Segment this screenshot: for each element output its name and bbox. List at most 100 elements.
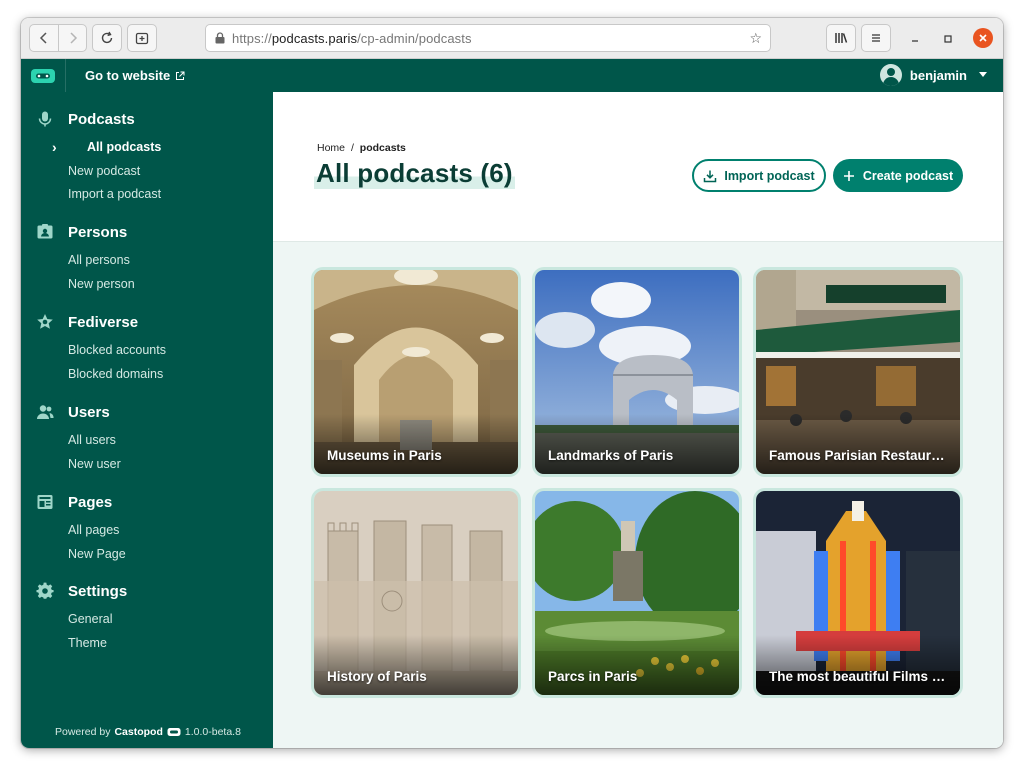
go-to-website-label: Go to website — [85, 68, 171, 83]
reload-icon — [101, 31, 113, 44]
sidebar-section-head[interactable]: Podcasts — [21, 108, 273, 130]
sidebar-section-pages: Pages All pages New Page — [21, 491, 273, 566]
star-badge-icon — [34, 311, 56, 333]
sidebar-item-new-podcast[interactable]: New podcast — [68, 160, 273, 184]
podcast-title: Famous Parisian Restaurants — [769, 448, 950, 463]
browser-toolbar: https://podcasts.paris/cp-admin/podcasts… — [21, 18, 1003, 59]
card-shade — [756, 414, 960, 474]
new-tab-icon — [135, 32, 149, 45]
sidebar-section-users: Users All users New user — [21, 401, 273, 476]
sidebar-item-theme[interactable]: Theme — [68, 632, 273, 656]
breadcrumb-separator: / — [350, 142, 354, 154]
podcast-card[interactable]: Famous Parisian Restaurants — [756, 270, 960, 474]
library-icon — [835, 33, 848, 43]
podcast-card[interactable]: Parcs in Paris — [535, 491, 739, 695]
create-podcast-button[interactable]: Create podcast — [833, 159, 963, 192]
sidebar-item-blocked-domains[interactable]: Blocked domains — [68, 363, 273, 387]
import-podcast-button[interactable]: Import podcast — [692, 159, 826, 192]
card-shade — [535, 635, 739, 695]
sidebar-item-all-persons[interactable]: All persons — [68, 249, 273, 273]
url-bar[interactable]: https://podcasts.paris/cp-admin/podcasts… — [205, 24, 771, 52]
back-button[interactable] — [30, 25, 58, 51]
castopod-logo[interactable] — [21, 59, 66, 92]
castopod-logo-icon — [31, 68, 55, 83]
url-prefix: https:// — [232, 30, 272, 46]
sidebar-item-import-podcast[interactable]: Import a podcast — [68, 183, 273, 207]
sidebar-section-head[interactable]: Fediverse — [21, 311, 273, 333]
sidebar-section-head[interactable]: Pages — [21, 491, 273, 513]
sidebar-section-podcasts: Podcasts All podcasts New podcast Import… — [21, 108, 273, 207]
minimize-icon — [912, 40, 918, 42]
reload-button[interactable] — [92, 24, 122, 52]
podcast-title: Parcs in Paris — [548, 669, 638, 684]
chevron-left-icon — [39, 32, 47, 44]
sidebar-section-head[interactable]: Settings — [21, 580, 273, 602]
version: 1.0.0-beta.8 — [184, 726, 241, 738]
card-shade — [535, 414, 739, 474]
page-header: Home / podcasts All podcasts (6) Import … — [273, 92, 1003, 242]
sidebar-item-all-pages[interactable]: All pages — [68, 519, 273, 543]
import-podcast-label: Import podcast — [724, 168, 815, 183]
pages-icon — [34, 491, 56, 513]
minimize-button[interactable] — [906, 30, 924, 48]
user-menu[interactable]: benjamin — [879, 64, 987, 86]
go-to-website-link[interactable]: Go to website — [85, 68, 185, 83]
avatar — [879, 64, 902, 86]
breadcrumb-home[interactable]: Home — [317, 142, 345, 154]
sidebar-section-title: Podcasts — [68, 110, 135, 128]
powered-brand[interactable]: Castopod — [114, 726, 162, 738]
sidebar-section-title: Persons — [68, 223, 128, 241]
microphone-icon — [34, 108, 56, 130]
sidebar-item-label: All podcasts — [87, 140, 162, 154]
new-tab-button[interactable] — [127, 24, 157, 52]
close-icon — [979, 34, 987, 42]
card-shade — [314, 635, 518, 695]
sidebar-section-head[interactable]: Persons — [21, 221, 273, 243]
sidebar-item-general[interactable]: General — [68, 608, 273, 632]
main-content: Home / podcasts All podcasts (6) Import … — [273, 92, 1003, 748]
sidebar-section-settings: Settings General Theme — [21, 580, 273, 655]
sidebar-section-head[interactable]: Users — [21, 401, 273, 423]
podcast-title: Museums in Paris — [327, 448, 442, 463]
podcast-title: The most beautiful Films shot in Paris — [769, 669, 950, 684]
powered-prefix: Powered by — [55, 726, 111, 738]
chevron-right-icon — [69, 32, 77, 44]
breadcrumb: Home / podcasts — [317, 142, 406, 154]
podcast-title: History of Paris — [327, 669, 427, 684]
podcast-card[interactable]: Museums in Paris — [314, 270, 518, 474]
maximize-button[interactable] — [939, 30, 957, 48]
browser-window: https://podcasts.paris/cp-admin/podcasts… — [21, 18, 1003, 748]
castopod-small-logo-icon — [167, 728, 181, 736]
library-button[interactable] — [826, 24, 856, 52]
gear-icon — [34, 580, 56, 602]
bookmark-star-icon[interactable]: ☆ — [749, 30, 762, 47]
close-window-button[interactable] — [973, 28, 993, 48]
podcast-card[interactable]: Landmarks of Paris — [535, 270, 739, 474]
sidebar-item-all-podcasts[interactable]: All podcasts — [52, 136, 273, 160]
url-path: /cp-admin/podcasts — [357, 30, 472, 46]
username: benjamin — [909, 67, 967, 83]
users-icon — [34, 401, 56, 423]
powered-by: Powered by Castopod 1.0.0-beta.8 — [55, 726, 241, 738]
sidebar-section-persons: Persons All persons New person — [21, 221, 273, 296]
podcast-card[interactable]: The most beautiful Films shot in Paris — [756, 491, 960, 695]
menu-button[interactable] — [861, 24, 891, 52]
sidebar-item-new-user[interactable]: New user — [68, 453, 273, 477]
sidebar-section-fediverse: Fediverse Blocked accounts Blocked domai… — [21, 311, 273, 386]
sidebar-item-all-users[interactable]: All users — [68, 429, 273, 453]
history-nav — [29, 24, 87, 52]
caret-down-icon — [979, 72, 987, 77]
podcast-card[interactable]: History of Paris — [314, 491, 518, 695]
url-text: https://podcasts.paris/cp-admin/podcasts — [232, 31, 472, 46]
maximize-icon — [944, 35, 952, 43]
sidebar-section-title: Users — [68, 403, 110, 421]
sidebar-section-title: Fediverse — [68, 313, 139, 331]
sidebar-section-title: Settings — [68, 582, 128, 600]
forward-button[interactable] — [58, 25, 86, 51]
plus-icon — [843, 170, 854, 181]
sidebar-item-blocked-accounts[interactable]: Blocked accounts — [68, 339, 273, 363]
sidebar-item-new-page[interactable]: New Page — [68, 543, 273, 567]
import-icon — [704, 170, 717, 182]
sidebar-section-title: Pages — [68, 493, 113, 511]
sidebar-item-new-person[interactable]: New person — [68, 273, 273, 297]
